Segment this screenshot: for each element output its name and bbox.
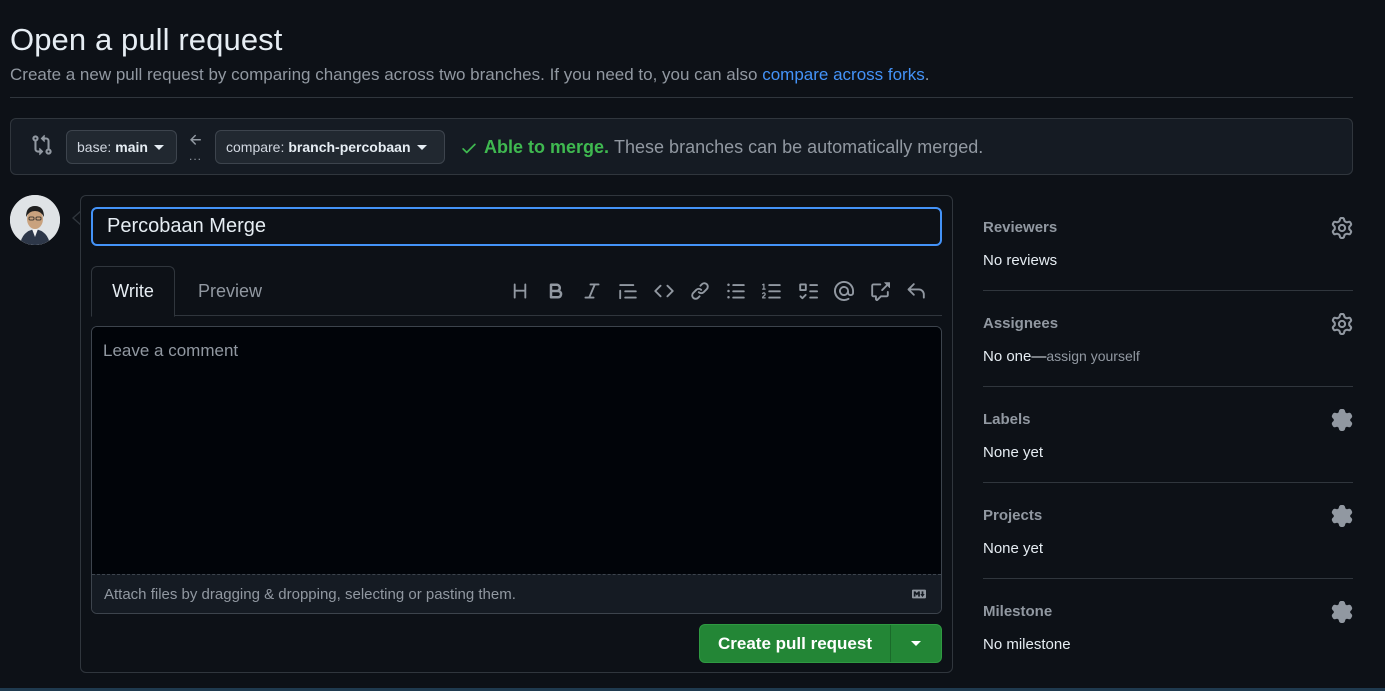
- comment-box: Attach files by dragging & dropping, sel…: [91, 326, 942, 614]
- gear-icon[interactable]: [1331, 313, 1353, 335]
- gear-icon[interactable]: [1331, 217, 1353, 239]
- merge-message: These branches can be automatically merg…: [614, 137, 984, 157]
- attach-files-bar[interactable]: Attach files by dragging & dropping, sel…: [92, 574, 941, 613]
- assignees-none: No one—: [983, 348, 1047, 365]
- ordered-list-icon[interactable]: [754, 278, 790, 304]
- milestone-value: No milestone: [983, 636, 1071, 653]
- projects-value: None yet: [983, 540, 1044, 557]
- code-icon[interactable]: [646, 278, 682, 304]
- pr-title-input[interactable]: [91, 207, 942, 246]
- header-divider: [10, 97, 1353, 98]
- tab-write[interactable]: Write: [91, 266, 175, 317]
- subtitle-end: .: [924, 65, 930, 84]
- compare-across-forks-link[interactable]: compare across forks: [762, 65, 925, 84]
- create-pull-request-button[interactable]: Create pull request: [699, 624, 942, 663]
- base-branch-select[interactable]: base: main: [66, 130, 177, 164]
- pr-sidebar: Reviewers No reviews Assignees No one—as…: [983, 195, 1353, 675]
- markdown-toolbar: [502, 278, 934, 304]
- compare-prefix: compare:: [226, 139, 285, 155]
- range-dots: ...: [189, 149, 203, 163]
- markdown-icon[interactable]: [909, 587, 929, 601]
- editor-tabs: Write Preview: [91, 266, 942, 317]
- page-subtitle: Create a new pull request by comparing c…: [10, 65, 929, 85]
- bold-icon[interactable]: [538, 278, 574, 304]
- sidebar-milestone: Milestone No milestone: [983, 579, 1353, 675]
- tab-preview[interactable]: Preview: [185, 266, 275, 316]
- git-compare-icon: [32, 134, 52, 156]
- subtitle-text: Create a new pull request by comparing c…: [10, 65, 763, 84]
- comment-textarea[interactable]: [92, 327, 941, 575]
- user-avatar-image: [10, 195, 60, 245]
- quote-icon[interactable]: [610, 278, 646, 304]
- gear-icon[interactable]: [1331, 409, 1353, 431]
- compare-branch-name: branch-percobaan: [288, 139, 411, 155]
- heading-icon[interactable]: [502, 278, 538, 304]
- task-list-icon[interactable]: [790, 278, 826, 304]
- chevron-down-icon: [153, 144, 164, 150]
- chevron-down-icon: [416, 144, 427, 150]
- compare-branch-select[interactable]: compare: branch-percobaan: [215, 130, 445, 164]
- branch-range-bar: base: main ... compare: branch-percobaan A…: [10, 118, 1353, 175]
- merge-status: Able to merge. These branches can be aut…: [460, 137, 983, 158]
- assignees-value: No one—assign yourself: [983, 348, 1140, 365]
- projects-label: Projects: [983, 507, 1043, 524]
- reviewers-label: Reviewers: [983, 219, 1058, 236]
- avatar[interactable]: [10, 195, 60, 245]
- sidebar-reviewers: Reviewers No reviews: [983, 195, 1353, 291]
- labels-value: None yet: [983, 444, 1044, 461]
- reviewers-value: No reviews: [983, 252, 1058, 269]
- sidebar-labels: Labels None yet: [983, 387, 1353, 483]
- sidebar-assignees: Assignees No one—assign yourself: [983, 291, 1353, 387]
- pr-composer: Write Preview Attach files by dragging &…: [80, 195, 953, 673]
- assignees-label: Assignees: [983, 315, 1059, 332]
- milestone-label: Milestone: [983, 603, 1053, 620]
- gear-icon[interactable]: [1331, 505, 1353, 527]
- page-title: Open a pull request: [10, 22, 283, 57]
- merge-ok-text: Able to merge.: [484, 137, 610, 157]
- sidebar-projects: Projects None yet: [983, 483, 1353, 579]
- unordered-list-icon[interactable]: [718, 278, 754, 304]
- arrow-left-icon: [190, 134, 201, 145]
- mention-icon[interactable]: [826, 278, 862, 304]
- reply-icon[interactable]: [898, 278, 934, 304]
- base-branch-name: main: [115, 139, 148, 155]
- base-prefix: base:: [77, 139, 112, 155]
- create-pull-request-label[interactable]: Create pull request: [700, 625, 891, 662]
- attach-files-text: Attach files by dragging & dropping, sel…: [104, 586, 516, 603]
- gear-icon[interactable]: [1331, 601, 1353, 623]
- italic-icon[interactable]: [574, 278, 610, 304]
- assign-yourself-link[interactable]: assign yourself: [1046, 348, 1139, 364]
- create-options-dropdown[interactable]: [891, 625, 941, 662]
- check-icon: [462, 143, 476, 153]
- link-icon[interactable]: [682, 278, 718, 304]
- cross-reference-icon[interactable]: [862, 278, 898, 304]
- labels-label: Labels: [983, 411, 1031, 428]
- chevron-down-icon: [911, 641, 921, 646]
